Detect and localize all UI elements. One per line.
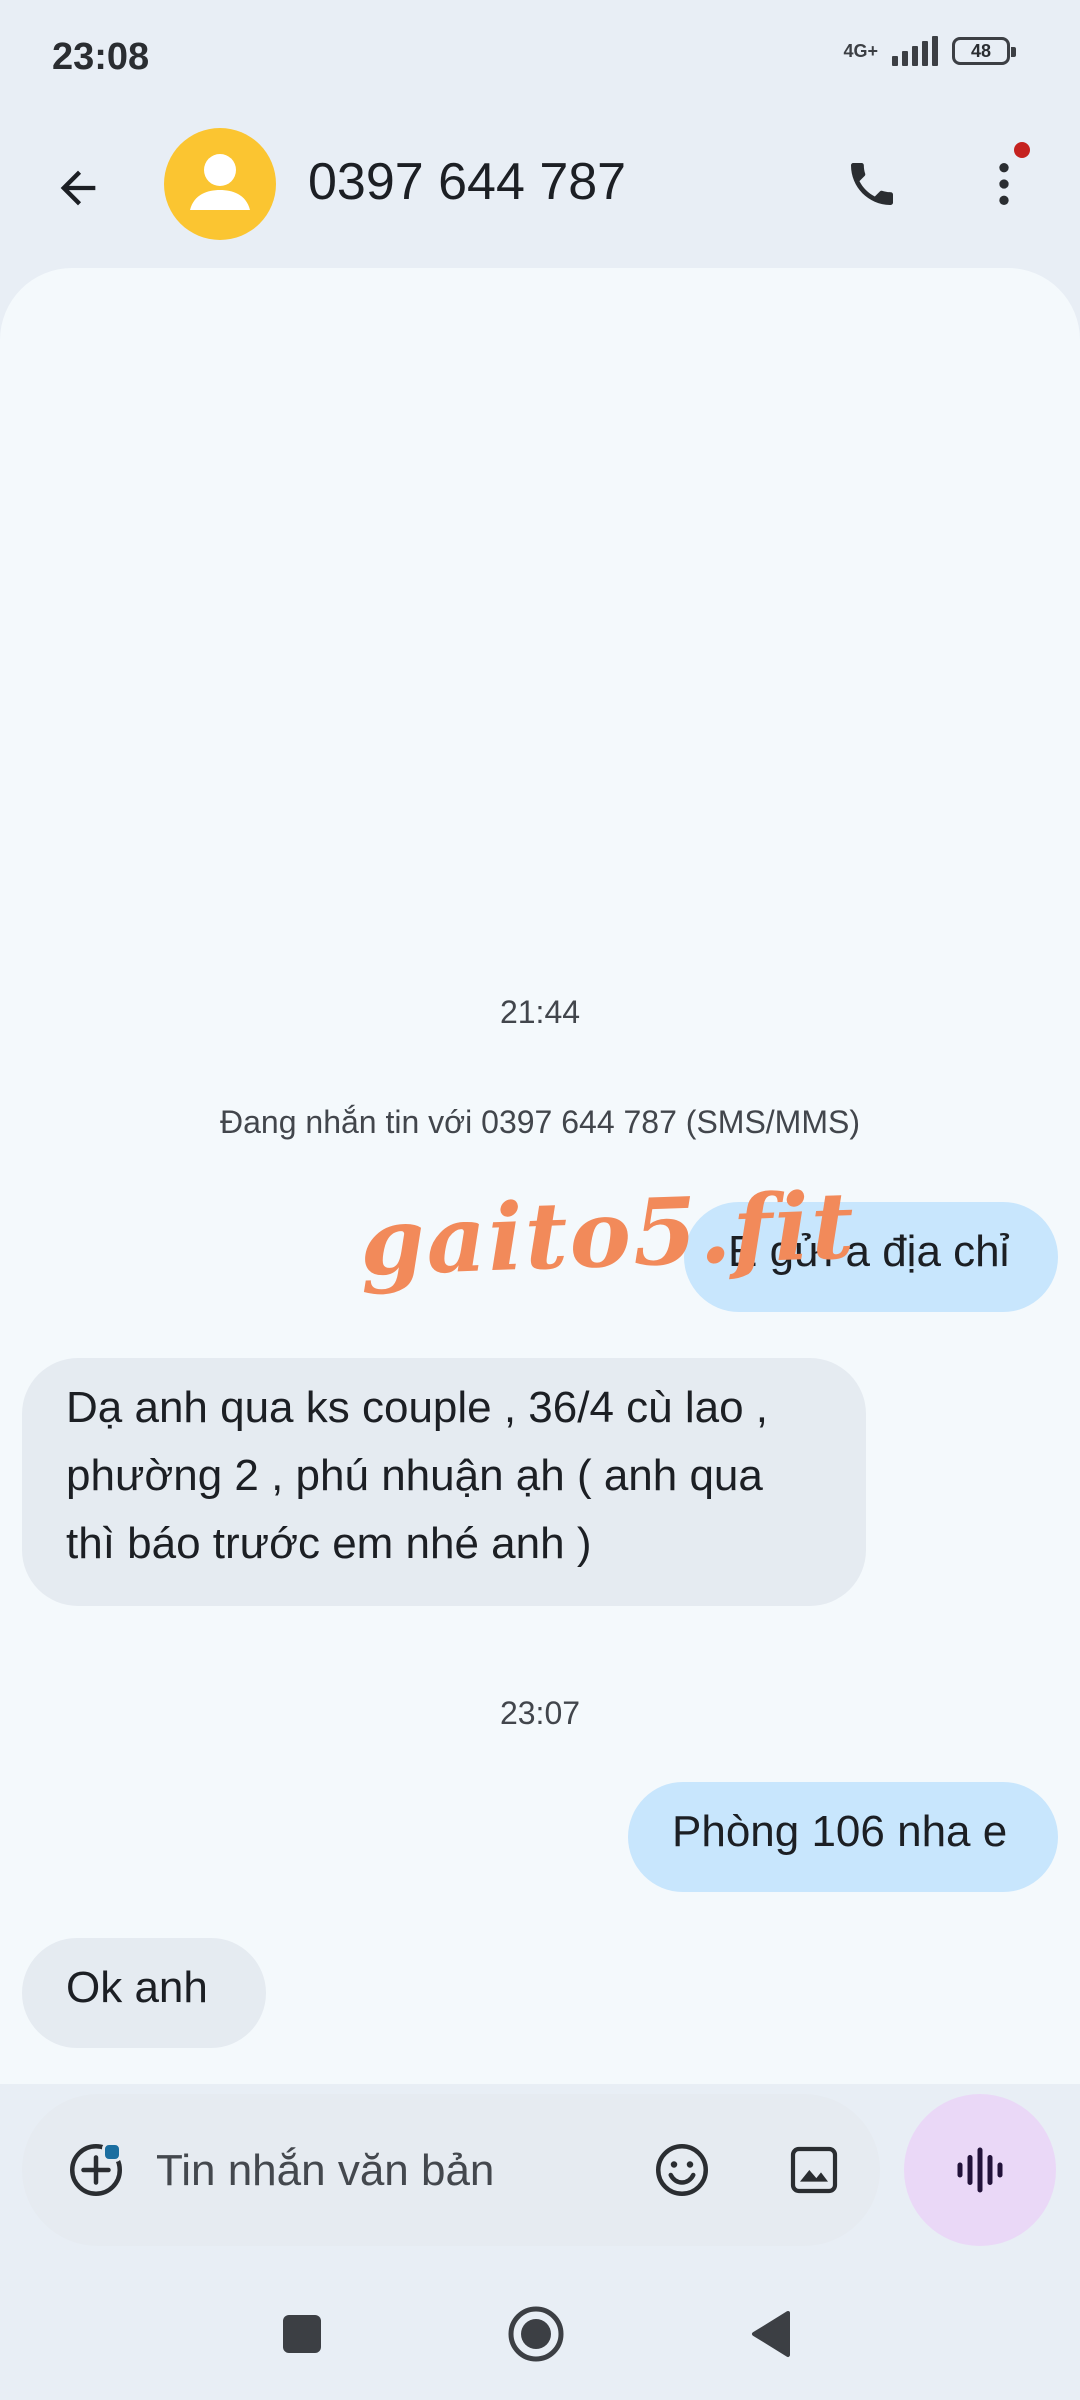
battery-level: 48 [970, 40, 992, 61]
contact-name[interactable]: 0397 644 787 [308, 152, 626, 212]
battery-icon: 48 [952, 37, 1016, 65]
watermark: gaito5.fit [358, 1171, 858, 1297]
gallery-button[interactable] [774, 2130, 854, 2210]
message-input[interactable] [154, 2132, 618, 2210]
home-button[interactable] [496, 2294, 576, 2374]
back-button[interactable] [40, 150, 116, 226]
status-icons: 4G+ 48 [843, 36, 1016, 66]
message-incoming[interactable]: Ok anh [22, 1938, 266, 2048]
app-header: 0397 644 787 [0, 120, 1080, 270]
attachment-indicator-dot [102, 2142, 122, 2162]
status-bar: 23:08 4G+ 48 [0, 0, 1080, 120]
gallery-icon [790, 2146, 838, 2194]
message-incoming[interactable]: Dạ anh qua ks couple , 36/4 cù lao , phư… [22, 1358, 866, 1606]
recents-button[interactable] [262, 2294, 342, 2374]
timestamp: 23:07 [499, 1695, 581, 1731]
call-button[interactable] [832, 144, 912, 224]
notification-dot [1014, 142, 1030, 158]
more-vert-icon [999, 163, 1009, 205]
back-arrow-icon [60, 170, 96, 206]
avatar[interactable] [164, 128, 276, 240]
emoji-icon [656, 2144, 708, 2196]
back-triangle-icon [752, 2311, 790, 2357]
more-options-button[interactable] [964, 144, 1044, 224]
status-time: 23:08 [52, 36, 150, 78]
message-outgoing[interactable]: Phòng 106 nha e [628, 1782, 1058, 1892]
voice-waveform-icon [957, 2147, 1003, 2193]
nav-back-button[interactable] [730, 2294, 810, 2374]
recents-icon [283, 2315, 321, 2353]
home-icon [508, 2306, 564, 2362]
attach-button[interactable] [56, 2130, 136, 2210]
network-type: 4G+ [843, 41, 878, 61]
phone-icon [851, 163, 893, 205]
timestamp: 21:44 [499, 994, 581, 1030]
system-nav-bar [0, 2270, 1080, 2400]
signal-icon [892, 36, 938, 66]
emoji-button[interactable] [642, 2130, 722, 2210]
voice-message-button[interactable] [904, 2094, 1056, 2246]
message-composer [22, 2094, 880, 2246]
person-icon [190, 154, 250, 210]
conversation-info: Đang nhắn tin với 0397 644 787 (SMS/MMS) [220, 1104, 860, 1140]
